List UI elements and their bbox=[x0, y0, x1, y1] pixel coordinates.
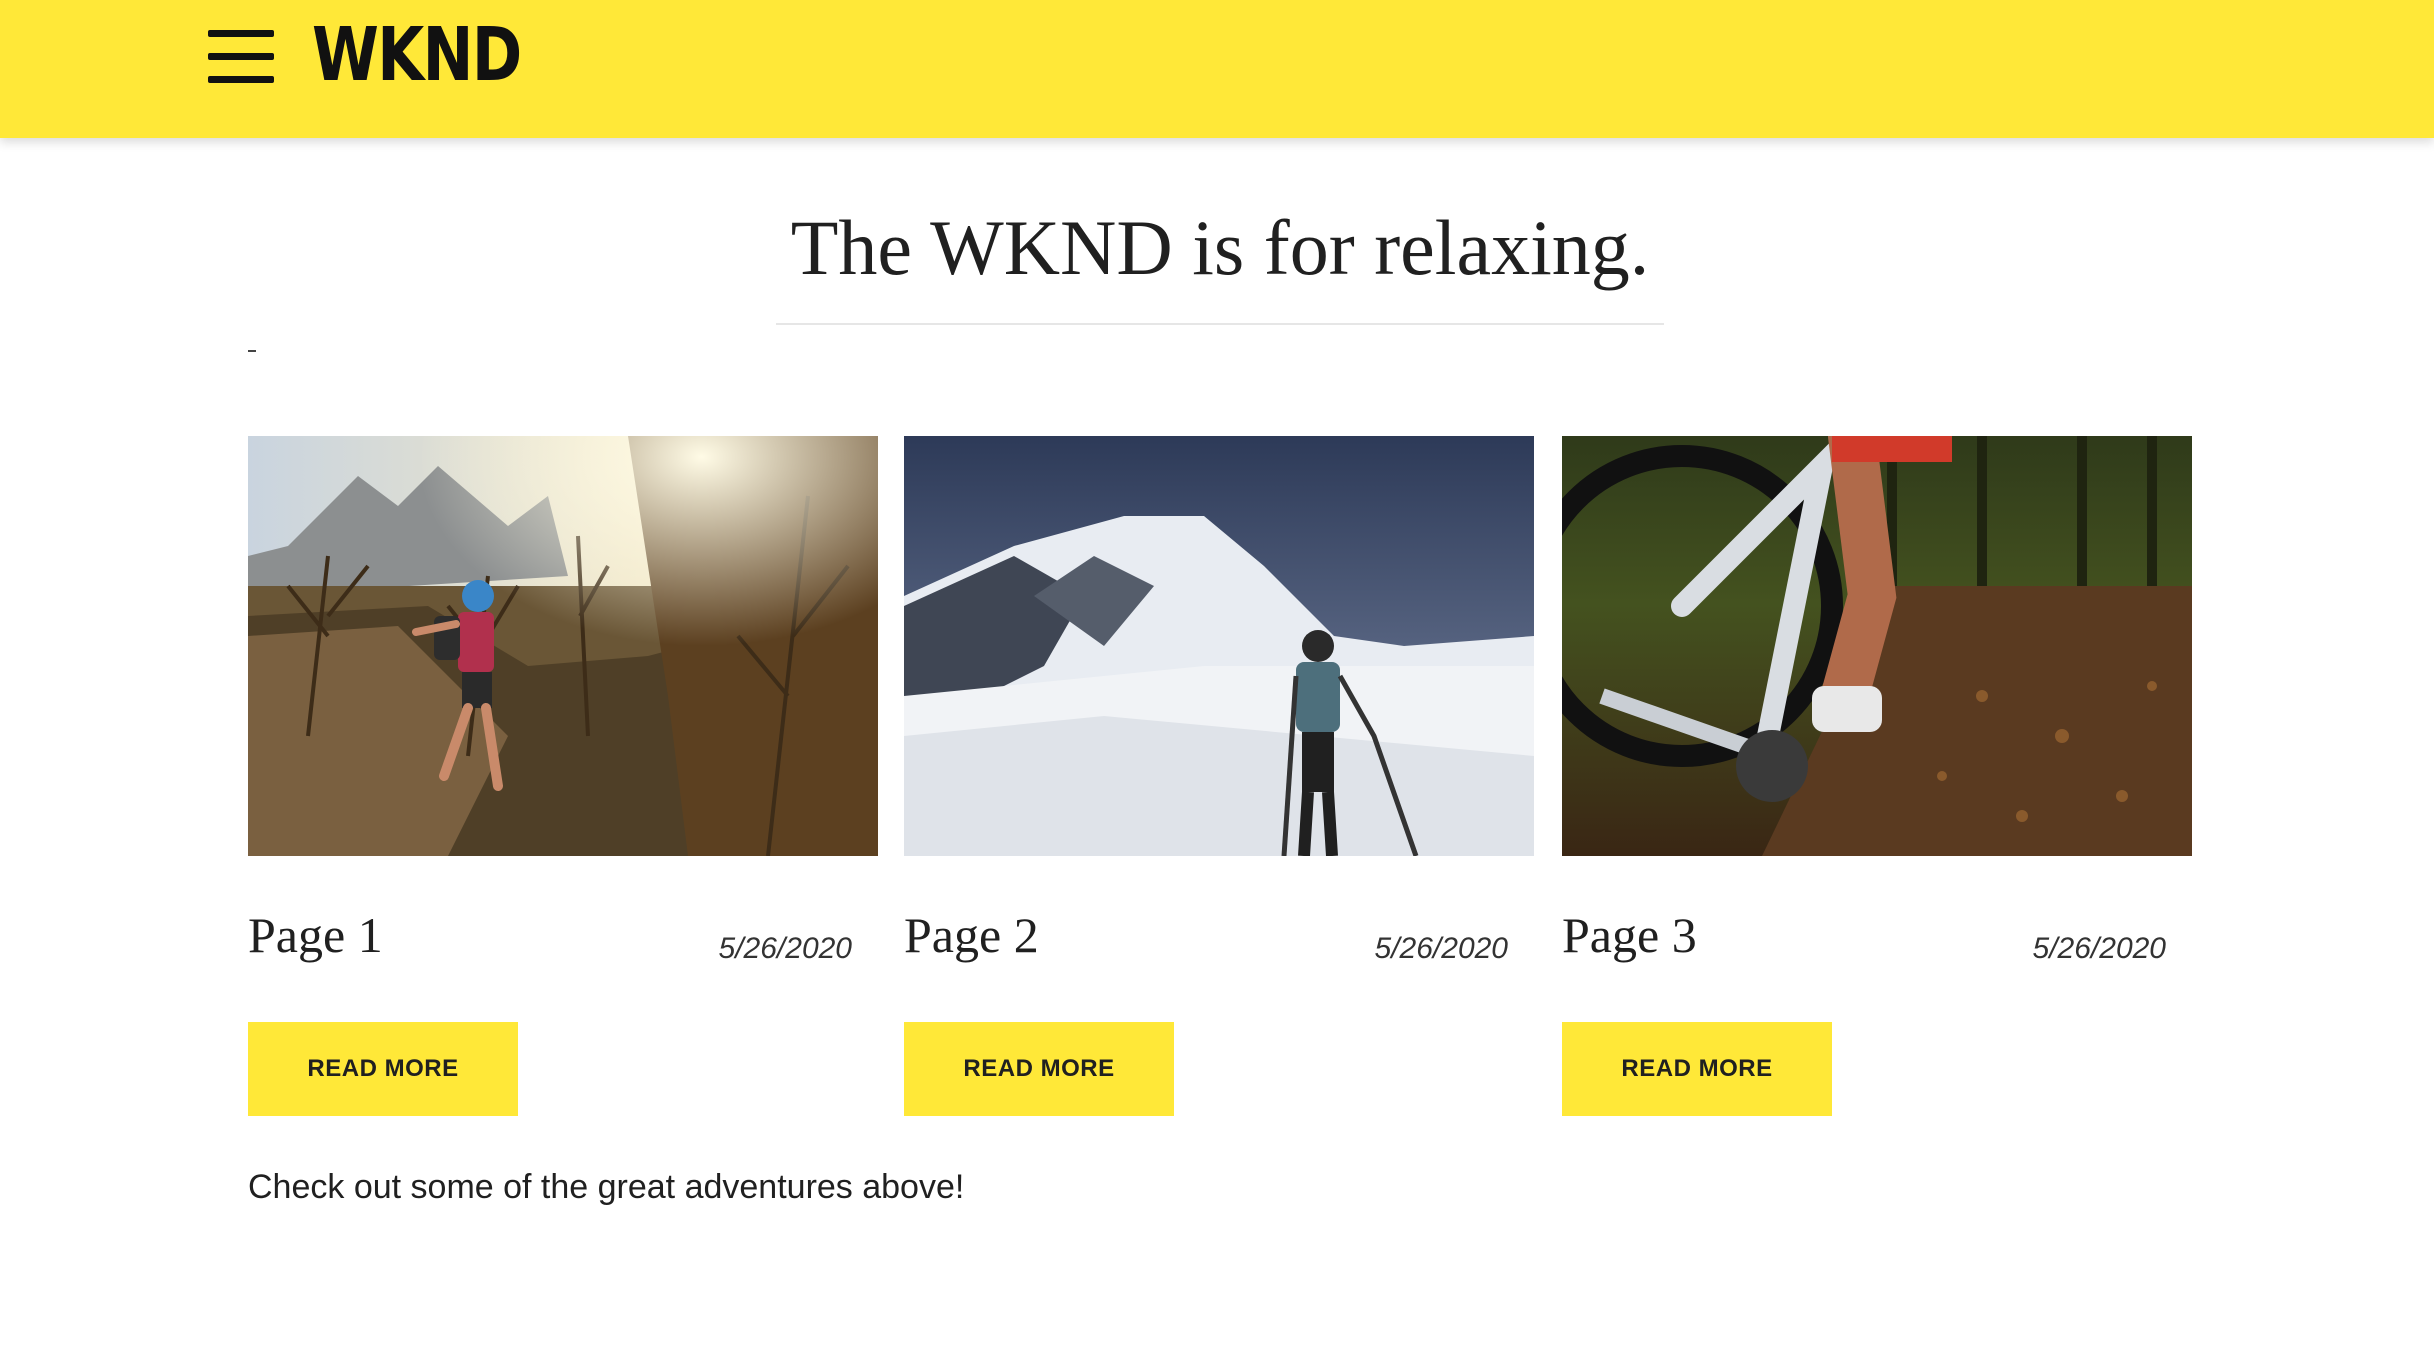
page-title: The WKND is for relaxing. bbox=[790, 204, 1650, 291]
site-header: WKND bbox=[0, 0, 2434, 138]
separator-mark bbox=[248, 350, 256, 352]
intro-text: Check out some of the great adventures a… bbox=[248, 1168, 965, 1206]
read-more-button[interactable]: READ MORE bbox=[1562, 1022, 1832, 1116]
card-image-hiker[interactable] bbox=[248, 436, 878, 856]
read-more-button[interactable]: READ MORE bbox=[904, 1022, 1174, 1116]
card-title[interactable]: Page 2 bbox=[904, 906, 1039, 964]
card-title[interactable]: Page 1 bbox=[248, 906, 383, 964]
card-date: 5/26/2020 bbox=[718, 932, 852, 965]
article-card: Page 2 5/26/2020 READ MORE bbox=[904, 436, 1534, 1116]
card-title[interactable]: Page 3 bbox=[1562, 906, 1697, 964]
read-more-button[interactable]: READ MORE bbox=[248, 1022, 518, 1116]
article-card: Page 1 5/26/2020 READ MORE bbox=[248, 436, 878, 1116]
card-image-bike[interactable] bbox=[1562, 436, 2192, 856]
title-divider bbox=[776, 323, 1664, 325]
site-logo[interactable]: WKND bbox=[312, 18, 522, 92]
card-image-mountain[interactable] bbox=[904, 436, 1534, 856]
card-date: 5/26/2020 bbox=[2032, 932, 2166, 965]
card-date: 5/26/2020 bbox=[1374, 932, 1508, 965]
hamburger-menu-icon[interactable] bbox=[208, 30, 274, 83]
article-card: Page 3 5/26/2020 READ MORE bbox=[1562, 436, 2192, 1116]
